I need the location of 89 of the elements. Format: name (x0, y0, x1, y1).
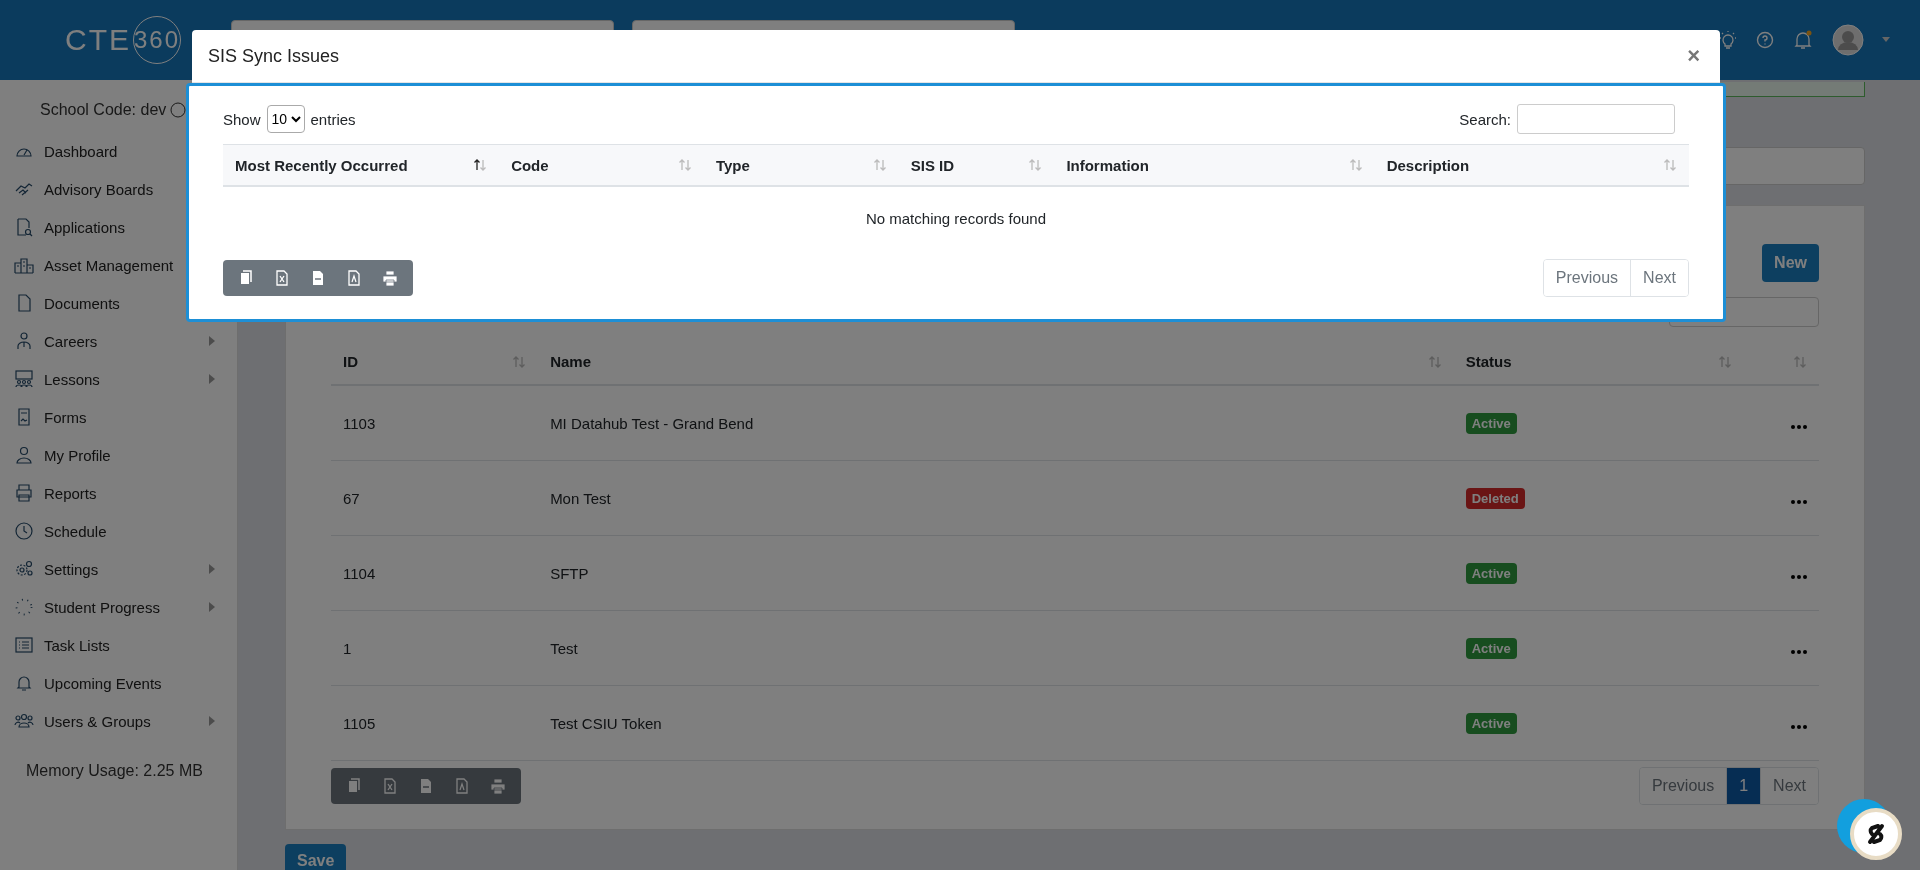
logo-text: CTE (65, 23, 131, 57)
sidebar-item[interactable]: My Profile (0, 436, 237, 474)
sidebar-item[interactable]: Schedule (0, 512, 237, 550)
logo[interactable]: CTE 360 (65, 16, 181, 64)
sidebar-item[interactable]: Users & Groups (0, 702, 237, 740)
next-button[interactable]: Next (1760, 768, 1818, 804)
status-tag: Active (1465, 562, 1517, 584)
table-cell: 1103 (331, 385, 539, 461)
sort-icon[interactable] (473, 158, 488, 172)
table-cell: 1105 (331, 685, 539, 761)
more-icon[interactable] (1791, 649, 1807, 654)
memory-usage: Memory Usage: 2.25 MB (25, 762, 204, 780)
dotted-circle-icon (14, 597, 34, 617)
column-header[interactable]: Information (1054, 144, 1375, 186)
status-tag: Active (1465, 712, 1517, 734)
document-search-icon (14, 217, 34, 237)
printer-icon (381, 269, 399, 287)
column-header[interactable]: Code (499, 144, 704, 186)
column-header[interactable]: Type (703, 144, 899, 186)
page-button[interactable]: 1 (1726, 768, 1761, 804)
column-header[interactable]: ID (331, 339, 539, 385)
people-icon (14, 369, 34, 389)
search-field[interactable] (1517, 104, 1675, 134)
school-code: School Code: dev (40, 101, 167, 119)
more-icon[interactable] (1791, 724, 1807, 729)
lightbulb-icon[interactable] (1718, 30, 1738, 50)
entries-label: entries (310, 110, 356, 128)
caret-icon (209, 336, 215, 346)
sidebar-item[interactable]: Asset Management (0, 246, 237, 284)
sidebar-item[interactable]: Lessons (0, 360, 237, 398)
caret-icon (209, 564, 215, 574)
person-icon (14, 445, 34, 465)
entries-select[interactable]: 10 (266, 105, 305, 133)
caret-icon (209, 602, 215, 612)
show-label: Show (223, 110, 261, 128)
more-icon[interactable] (1791, 424, 1807, 429)
save-button[interactable]: Save (285, 844, 347, 870)
clock-icon (14, 521, 34, 541)
help-icon[interactable] (1756, 31, 1774, 49)
sidebar-item[interactable]: Task Lists (0, 626, 237, 664)
table-cell: Test (538, 610, 1454, 686)
gear-icon (14, 559, 34, 579)
sidebar-item[interactable]: Careers (0, 322, 237, 360)
chat-widget-icon[interactable] (1834, 798, 1902, 860)
people-icon (14, 711, 34, 731)
bell-icon (14, 673, 34, 693)
bell-icon[interactable] (1792, 29, 1814, 51)
sidebar-item[interactable]: Student Progress (0, 588, 237, 626)
column-header[interactable]: Description (1374, 144, 1689, 186)
sidebar-item[interactable]: Documents (0, 284, 237, 322)
column-header[interactable]: Most Recently Occurred (223, 144, 500, 186)
column-header[interactable]: Name (538, 339, 1454, 385)
next-button[interactable]: Next (1630, 260, 1688, 296)
column-header[interactable]: Status (1453, 339, 1744, 385)
list-icon (14, 635, 34, 655)
search-label: Search: (1459, 110, 1511, 128)
pdf-file-icon (453, 777, 471, 795)
building-icon (14, 255, 34, 275)
sidebar-item[interactable]: Forms (0, 398, 237, 436)
table-cell: SFTP (538, 535, 1454, 611)
more-icon[interactable] (1791, 574, 1807, 579)
printer-icon (489, 777, 507, 795)
more-icon[interactable] (1791, 499, 1807, 504)
table-cell: Mon Test (538, 460, 1454, 536)
close-button[interactable]: × (1683, 43, 1704, 69)
sidebar-item[interactable]: Settings (0, 550, 237, 588)
excel-file-icon (381, 777, 399, 795)
pdf-file-icon (345, 269, 363, 287)
table-cell: 1104 (331, 535, 539, 611)
sidebar-item[interactable]: Upcoming Events (0, 664, 237, 702)
status-tag: Deleted (1465, 487, 1525, 509)
excel-file-icon (273, 269, 291, 287)
modal-title: SIS Sync Issues (208, 45, 340, 67)
new-button[interactable]: New (1762, 244, 1819, 282)
table-cell: MI Datahub Test - Grand Bend (538, 385, 1454, 461)
sidebar-item[interactable]: Reports (0, 474, 237, 512)
caret-icon (209, 374, 215, 384)
caret-icon (209, 716, 215, 726)
table-cell: Test CSIU Token (538, 685, 1454, 761)
printer-icon (14, 483, 34, 503)
column-header[interactable]: SIS ID (898, 144, 1055, 186)
person-icon (14, 331, 34, 351)
table-cell: 1 (331, 610, 539, 686)
status-tag: Active (1465, 412, 1517, 434)
table-cell: 67 (331, 460, 539, 536)
caret-icon[interactable] (1882, 37, 1890, 43)
status-tag: Active (1465, 637, 1517, 659)
avatar-icon[interactable] (1832, 24, 1864, 56)
info-icon[interactable] (170, 102, 187, 118)
